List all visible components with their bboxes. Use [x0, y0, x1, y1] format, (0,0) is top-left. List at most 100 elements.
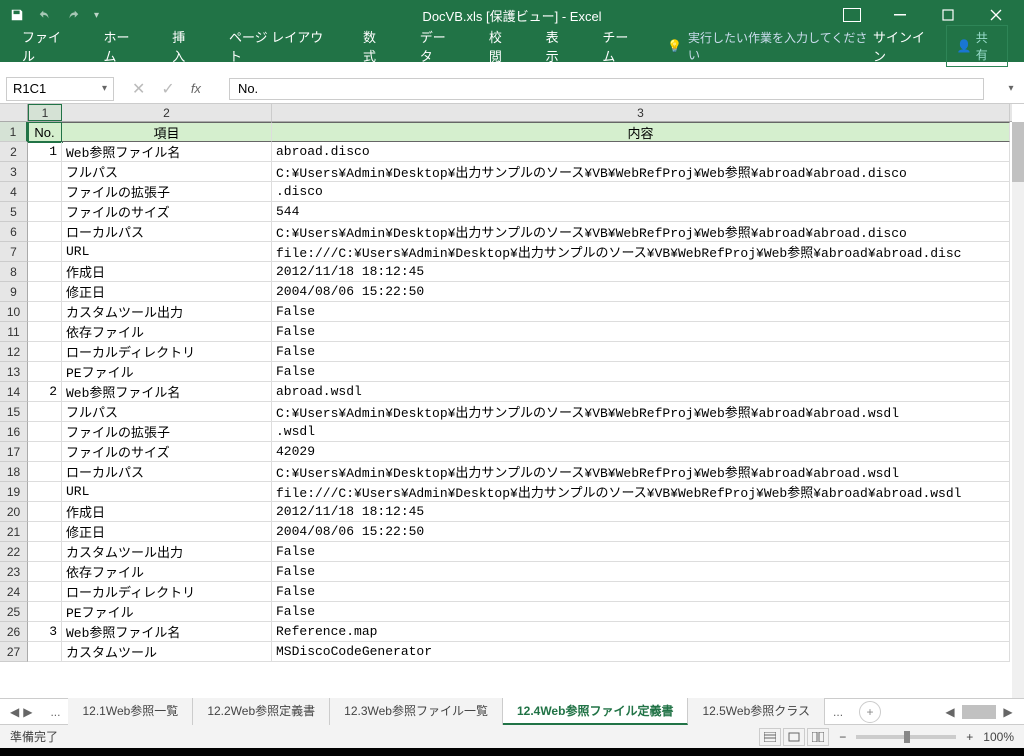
cell[interactable]: PEファイル [62, 602, 272, 622]
cell[interactable] [28, 322, 62, 342]
cell[interactable]: C:¥Users¥Admin¥Desktop¥出力サンプルのソース¥VB¥Web… [272, 222, 1010, 242]
cell[interactable]: abroad.disco [272, 142, 1010, 162]
fx-icon[interactable]: fx [191, 81, 201, 96]
cell[interactable]: file:///C:¥Users¥Admin¥Desktop¥出力サンプルのソー… [272, 242, 1010, 262]
cell[interactable]: ファイルのサイズ [62, 442, 272, 462]
cell[interactable]: Web参照ファイル名 [62, 622, 272, 642]
row-header[interactable]: 16 [0, 422, 28, 442]
sheet-tab[interactable]: 12.4Web参照ファイル定義書 [503, 698, 688, 725]
scrollbar-thumb[interactable] [1012, 122, 1024, 182]
cell[interactable]: 項目 [62, 122, 272, 142]
row-header[interactable]: 5 [0, 202, 28, 222]
cell[interactable]: 2004/08/06 15:22:50 [272, 522, 1010, 542]
row-header[interactable]: 10 [0, 302, 28, 322]
zoom-in-button[interactable]: + [966, 730, 973, 744]
qat-dropdown-icon[interactable]: ▾ [94, 10, 99, 21]
cell[interactable]: 作成日 [62, 262, 272, 282]
cell[interactable]: URL [62, 482, 272, 502]
row-header[interactable]: 24 [0, 582, 28, 602]
undo-icon[interactable] [38, 8, 52, 22]
cell[interactable]: ローカルパス [62, 462, 272, 482]
cell[interactable]: 内容 [272, 122, 1010, 142]
cell[interactable]: 修正日 [62, 522, 272, 542]
cell[interactable]: C:¥Users¥Admin¥Desktop¥出力サンプルのソース¥VB¥Web… [272, 402, 1010, 422]
zoom-level[interactable]: 100% [983, 730, 1014, 744]
cell[interactable]: No. [28, 122, 62, 142]
cell[interactable] [28, 242, 62, 262]
row-header[interactable]: 3 [0, 162, 28, 182]
ribbon-tab-view[interactable]: 表示 [532, 21, 585, 71]
column-header-2[interactable]: 2 [62, 104, 272, 121]
cell[interactable]: file:///C:¥Users¥Admin¥Desktop¥出力サンプルのソー… [272, 482, 1010, 502]
cell[interactable]: Reference.map [272, 622, 1010, 642]
ribbon-tab-file[interactable]: ファイル [8, 21, 85, 71]
cell[interactable]: 依存ファイル [62, 322, 272, 342]
cell[interactable] [28, 462, 62, 482]
cell[interactable] [28, 502, 62, 522]
cell[interactable] [28, 602, 62, 622]
tell-me-search[interactable]: 💡 実行したい作業を入力してください [667, 29, 869, 63]
hscroll-right-icon[interactable]: ▶ [1000, 705, 1016, 719]
share-button[interactable]: 👤 共有 [946, 25, 1008, 67]
ribbon-tab-pagelayout[interactable]: ページ レイアウト [215, 21, 345, 71]
tab-overflow-right[interactable]: ... [825, 705, 851, 719]
cancel-icon[interactable]: ✕ [132, 79, 145, 99]
cell[interactable]: URL [62, 242, 272, 262]
cell[interactable]: 42029 [272, 442, 1010, 462]
column-header-1[interactable]: 1 [28, 104, 62, 121]
enter-icon[interactable]: ✓ [161, 79, 174, 99]
hscroll-left-icon[interactable]: ◀ [942, 705, 958, 719]
tab-overflow-left[interactable]: ... [42, 705, 68, 719]
cell[interactable] [28, 362, 62, 382]
cell[interactable] [28, 582, 62, 602]
row-header[interactable]: 2 [0, 142, 28, 162]
row-header[interactable]: 18 [0, 462, 28, 482]
cell[interactable] [28, 422, 62, 442]
row-header[interactable]: 8 [0, 262, 28, 282]
vertical-scrollbar[interactable] [1012, 122, 1024, 698]
cell[interactable] [28, 302, 62, 322]
ribbon-tab-data[interactable]: データ [406, 21, 471, 71]
cell[interactable] [28, 202, 62, 222]
row-header[interactable]: 22 [0, 542, 28, 562]
cell[interactable]: 依存ファイル [62, 562, 272, 582]
cell[interactable]: .wsdl [272, 422, 1010, 442]
ribbon-display-options[interactable] [832, 1, 872, 29]
cell[interactable]: 2004/08/06 15:22:50 [272, 282, 1010, 302]
cell[interactable]: フルパス [62, 402, 272, 422]
cell[interactable]: ローカルパス [62, 222, 272, 242]
cell[interactable] [28, 642, 62, 662]
cell[interactable]: ファイルの拡張子 [62, 422, 272, 442]
cell[interactable]: C:¥Users¥Admin¥Desktop¥出力サンプルのソース¥VB¥Web… [272, 462, 1010, 482]
view-pagebreak-button[interactable] [807, 728, 829, 746]
row-header[interactable]: 20 [0, 502, 28, 522]
cell[interactable]: False [272, 362, 1010, 382]
cell[interactable] [28, 262, 62, 282]
cell[interactable]: 3 [28, 622, 62, 642]
cell[interactable] [28, 482, 62, 502]
row-header[interactable]: 11 [0, 322, 28, 342]
cell[interactable]: False [272, 582, 1010, 602]
chevron-down-icon[interactable]: ▾ [102, 83, 107, 94]
add-sheet-button[interactable]: + [859, 701, 881, 723]
row-header[interactable]: 4 [0, 182, 28, 202]
spreadsheet-grid[interactable]: 1 2 3 1No.項目内容21Web参照ファイル名abroad.disco3フ… [0, 104, 1024, 698]
cell[interactable]: 修正日 [62, 282, 272, 302]
row-header[interactable]: 7 [0, 242, 28, 262]
save-icon[interactable] [10, 8, 24, 22]
row-header[interactable]: 12 [0, 342, 28, 362]
cell[interactable]: Web参照ファイル名 [62, 382, 272, 402]
row-header[interactable]: 14 [0, 382, 28, 402]
cell[interactable]: .disco [272, 182, 1010, 202]
row-header[interactable]: 19 [0, 482, 28, 502]
cell[interactable]: カスタムツール出力 [62, 542, 272, 562]
cell[interactable]: フルパス [62, 162, 272, 182]
cell[interactable] [28, 562, 62, 582]
row-header[interactable]: 25 [0, 602, 28, 622]
cell[interactable] [28, 402, 62, 422]
cell[interactable] [28, 342, 62, 362]
row-header[interactable]: 26 [0, 622, 28, 642]
sheet-tab[interactable]: 12.5Web参照クラス [688, 698, 825, 725]
cell[interactable] [28, 222, 62, 242]
cell[interactable]: MSDiscoCodeGenerator [272, 642, 1010, 662]
